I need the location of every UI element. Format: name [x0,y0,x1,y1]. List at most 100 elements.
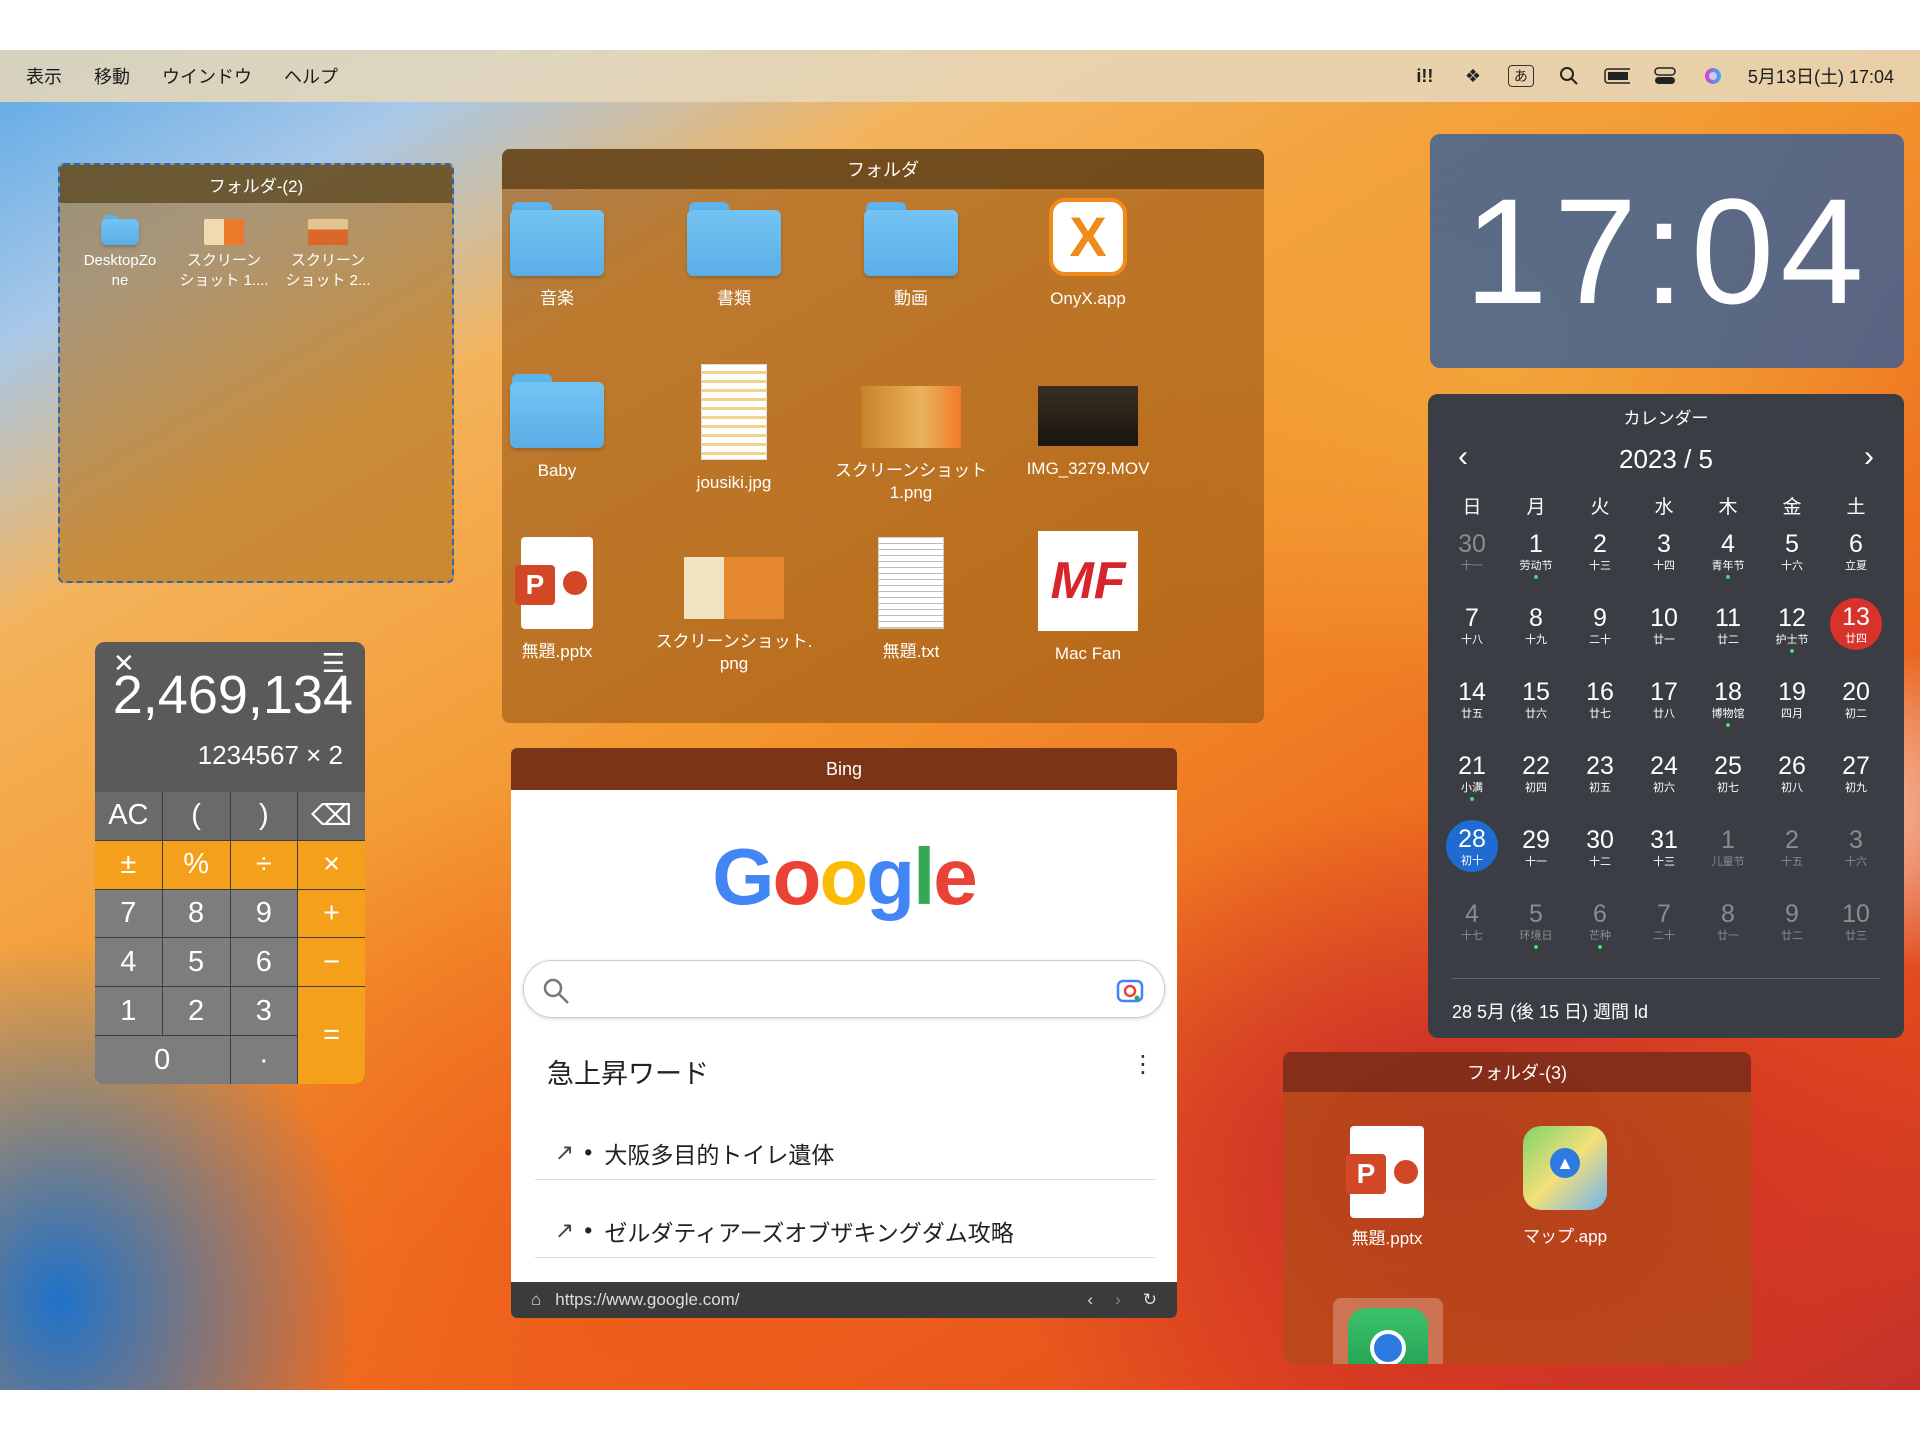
key-4[interactable]: 4 [95,938,162,987]
calendar-day[interactable]: 7 二十 [1632,900,1696,943]
key-paren-close[interactable]: ) [230,792,298,840]
dropbox-icon[interactable]: ❖ [1460,65,1486,87]
key-1[interactable]: 1 [95,987,162,1036]
calendar-day[interactable]: 3 十四 [1632,530,1696,573]
folder-3-item[interactable]: P 無題.pptx [1307,1126,1467,1250]
folder-2-item[interactable]: スクリーン ショット 2... [278,215,378,291]
menu-view[interactable]: 表示 [26,63,62,89]
calendar-day[interactable]: 20 初二 [1824,678,1888,721]
findmy-icon[interactable] [1333,1298,1443,1364]
key-0[interactable]: 0 [95,1036,230,1084]
key-plus[interactable]: + [298,889,365,938]
trend-item[interactable]: ↗ • 大阪多目的トイレ遺体 [535,1126,1155,1180]
calendar-day[interactable]: 19 四月 [1760,678,1824,721]
key-divide[interactable]: ÷ [230,840,298,889]
search-icon[interactable] [1556,65,1582,87]
folder-item[interactable]: 音楽 [502,202,637,310]
control-center-icon[interactable] [1652,65,1678,87]
calendar-day[interactable]: 12 护士节 [1760,604,1824,653]
key-multiply[interactable]: × [298,840,365,889]
folder-item[interactable]: X OnyX.app [1008,198,1168,310]
key-2[interactable]: 2 [162,987,230,1036]
menu-go[interactable]: 移動 [94,63,130,89]
calendar-day[interactable]: 11 廿二 [1696,604,1760,647]
calendar-day[interactable]: 4 青年节 [1696,530,1760,579]
folder-2-item[interactable]: DesktopZo ne [70,215,170,291]
calendar-day[interactable]: 6 立夏 [1824,530,1888,573]
calendar-day[interactable]: 13 廿四 [1824,598,1888,650]
calendar-day[interactable]: 27 初九 [1824,752,1888,795]
key-sign[interactable]: ± [95,840,162,889]
folder-item[interactable]: スクリーンショット 1.png [831,374,991,504]
calendar-day[interactable]: 2 十三 [1568,530,1632,573]
url-text[interactable]: https://www.google.com/ [555,1290,739,1310]
menu-window[interactable]: ウインドウ [162,63,252,89]
key-paren-open[interactable]: ( [162,792,230,840]
calendar-day[interactable]: 8 廿一 [1696,900,1760,943]
calendar-day[interactable]: 5 环境日 [1504,900,1568,949]
folder-item[interactable]: IMG_3279.MOV [1008,374,1168,480]
calendar-day[interactable]: 5 十六 [1760,530,1824,573]
key-3[interactable]: 3 [230,987,298,1036]
folder-item[interactable]: Baby [502,374,637,482]
calendar-day[interactable]: 6 芒种 [1568,900,1632,949]
istat-icon[interactable]: i!! [1412,65,1438,87]
calendar-day[interactable]: 25 初七 [1696,752,1760,795]
home-icon[interactable]: ⌂ [531,1290,541,1310]
trend-item[interactable]: ↗ • ゼルダティアーズオブザキングダム攻略 [535,1204,1155,1258]
folder-item[interactable]: スクリーンショット. png [654,545,814,675]
key-percent[interactable]: % [162,840,230,889]
menu-help[interactable]: ヘルプ [284,63,338,89]
calendar-day[interactable]: 28 初十 [1440,820,1504,872]
battery-icon[interactable] [1604,65,1630,87]
calendar-day[interactable]: 10 廿三 [1824,900,1888,943]
calendar-day[interactable]: 7 十八 [1440,604,1504,647]
calendar-day[interactable]: 22 初四 [1504,752,1568,795]
siri-icon[interactable] [1700,65,1726,87]
search-input[interactable] [523,960,1165,1018]
calendar-day[interactable]: 23 初五 [1568,752,1632,795]
calendar-day[interactable]: 26 初八 [1760,752,1824,795]
calendar-day[interactable]: 30 十一 [1440,530,1504,573]
key-backspace[interactable]: ⌫ [298,792,365,840]
key-9[interactable]: 9 [230,889,298,938]
key-clear[interactable]: AC [95,792,162,840]
calendar-day[interactable]: 1 儿童节 [1696,826,1760,869]
folder-2-item[interactable]: スクリーン ショット 1.... [174,215,274,291]
calendar-day[interactable]: 14 廿五 [1440,678,1504,721]
calendar-day[interactable]: 29 十一 [1504,826,1568,869]
back-icon[interactable]: ‹ [1087,1290,1093,1310]
calendar-day[interactable]: 15 廿六 [1504,678,1568,721]
calendar-day[interactable]: 9 二十 [1568,604,1632,647]
calendar-day[interactable]: 4 十七 [1440,900,1504,943]
folder-item[interactable]: jousiki.jpg [654,364,814,494]
calendar-day[interactable]: 1 劳动节 [1504,530,1568,579]
key-5[interactable]: 5 [162,938,230,987]
calendar-day[interactable]: 3 十六 [1824,826,1888,869]
input-method-icon[interactable]: あ [1507,65,1534,87]
calendar-day[interactable]: 21 小满 [1440,752,1504,801]
folder-item[interactable]: P 無題.pptx [502,537,637,663]
key-6[interactable]: 6 [230,938,298,987]
calendar-day[interactable]: 9 廿二 [1760,900,1824,943]
folder-item[interactable]: 無題.txt [831,537,991,663]
calendar-day[interactable]: 24 初六 [1632,752,1696,795]
forward-icon[interactable]: › [1115,1290,1121,1310]
folder-3-item[interactable]: ▲ マップ.app [1485,1126,1645,1248]
calendar-day[interactable]: 18 博物馆 [1696,678,1760,727]
calendar-day[interactable]: 30 十二 [1568,826,1632,869]
folder-item[interactable]: MF Mac Fan [1008,531,1168,665]
calendar-day[interactable]: 2 十五 [1760,826,1824,869]
folder-item[interactable]: 書類 [654,202,814,310]
key-minus[interactable]: − [298,938,365,987]
reload-icon[interactable]: ↻ [1143,1290,1157,1310]
key-7[interactable]: 7 [95,889,162,938]
key-equals[interactable]: = [298,987,365,1084]
folder-item[interactable]: 動画 [831,202,991,310]
key-decimal[interactable]: · [230,1036,298,1084]
calendar-day[interactable]: 10 廿一 [1632,604,1696,647]
more-options-icon[interactable]: ⋮ [1131,1050,1155,1079]
menubar-clock[interactable]: 5月13日(土) 17:04 [1748,63,1894,89]
google-lens-icon[interactable] [1116,977,1144,1005]
key-8[interactable]: 8 [162,889,230,938]
